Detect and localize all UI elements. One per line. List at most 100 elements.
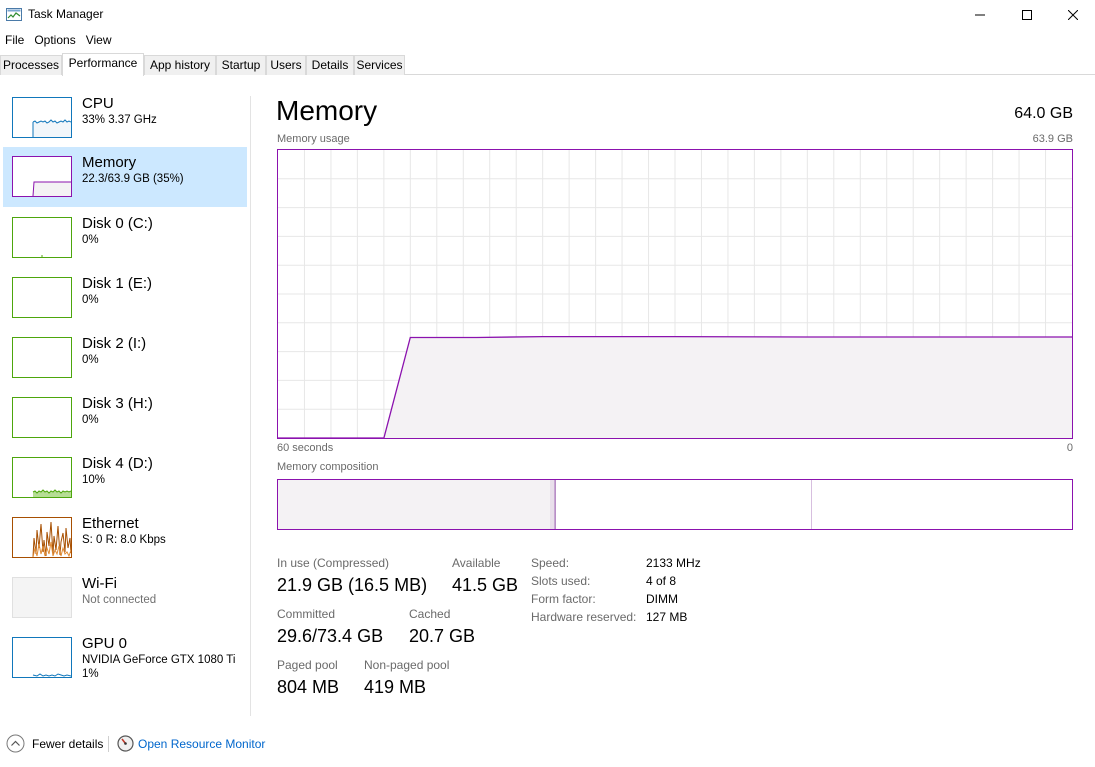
maximize-icon [1022,10,1032,20]
sidebar-item-wifi[interactable]: Wi-Fi Not connected [3,570,247,630]
available-label: Available [452,556,501,570]
composition-in-use-segment[interactable] [278,480,550,529]
footer-bar: Fewer details Open Resource Monitor [0,732,1095,756]
minimize-button[interactable] [957,0,1003,30]
sidebar-item-value: 0% [82,234,99,246]
sidebar-item-value: NVIDIA GeForce GTX 1080 Ti [82,654,236,666]
hardware-reserved-value: 127 MB [646,610,688,624]
sidebar-item-memory[interactable]: Memory 22.3/63.9 GB (35%) [3,147,247,207]
wifi-thumbnail-graph [12,577,72,618]
memory-usage-max: 63.9 GB [1032,133,1073,145]
sidebar-item-gpu-0[interactable]: GPU 0 NVIDIA GeForce GTX 1080 Ti 1% [3,630,247,696]
form-factor-label: Form factor: [531,592,596,606]
speed-value: 2133 MHz [646,556,701,570]
in-use-value: 21.9 GB (16.5 MB) [277,575,428,595]
task-manager-icon [6,8,22,21]
sidebar-item-value: 0% [82,414,99,426]
graph-axis-right-label: 0 [1066,442,1073,454]
slots-used-label: Slots used: [531,574,591,588]
resource-monitor-icon[interactable] [117,735,134,752]
sidebar-item-disk-1[interactable]: Disk 1 (E:) 0% [3,270,247,330]
sidebar-item-disk-0[interactable]: Disk 0 (C:) 0% [3,210,247,270]
composition-standby-segment[interactable] [555,480,812,529]
sidebar-item-label: Disk 2 (I:) [82,335,147,352]
disk-2-thumbnail-graph [12,337,72,378]
maximize-button[interactable] [1004,0,1050,30]
memory-usage-graph [277,149,1073,439]
speed-label: Speed: [531,556,570,570]
cpu-sparkline [32,119,71,137]
tab-startup[interactable]: Startup [216,55,266,75]
form-factor-value: DIMM [646,592,678,606]
slots-used-value: 4 of 8 [646,574,677,588]
page-title: Memory [276,95,378,126]
disk-4-thumbnail-graph [12,457,72,498]
tab-app-history[interactable]: App history [144,55,216,75]
window-title: Task Manager [28,7,104,21]
sidebar-item-value: 10% [82,474,106,486]
sidebar-item-label: Disk 3 (H:) [82,395,153,412]
tab-users[interactable]: Users [266,55,306,75]
disk-4-sparkline [32,489,71,497]
sidebar-item-label: GPU 0 [82,635,128,652]
menu-options[interactable]: Options [29,31,80,49]
sidebar-item-value: 33% 3.37 GHz [82,114,157,126]
sidebar-item-value: Not connected [82,594,157,606]
memory-composition-bar [277,479,1073,530]
disk-1-thumbnail-graph [12,277,72,318]
tab-services[interactable]: Services [354,55,405,75]
menu-file[interactable]: File [0,31,29,49]
hardware-reserved-label: Hardware reserved: [531,610,637,624]
sidebar-divider [250,96,251,716]
sidebar-item-disk-2[interactable]: Disk 2 (I:) 0% [3,330,247,390]
close-icon [1068,10,1078,20]
memory-usage-chart [278,150,1072,438]
tab-details[interactable]: Details [306,55,354,75]
sidebar-item-disk-4[interactable]: Disk 4 (D:) 10% [3,450,247,510]
cached-label: Cached [409,607,451,621]
sidebar-item-label: Disk 0 (C:) [82,215,153,232]
sidebar-item-label: Ethernet [82,515,139,532]
ethernet-thumbnail-graph [12,517,72,558]
tab-performance[interactable]: Performance [62,53,144,76]
cached-value: 20.7 GB [409,626,476,646]
sidebar-item-value: 0% [82,294,99,306]
paged-pool-value: 804 MB [277,677,340,697]
memory-composition-label: Memory composition [277,461,379,473]
sidebar-item-label: Disk 4 (D:) [82,455,153,472]
gpu-0-thumbnail-graph [12,637,72,678]
graph-axis-left-label: 60 seconds [277,442,334,454]
sidebar-item-cpu[interactable]: CPU 33% 3.37 GHz [3,90,247,150]
minimize-icon [975,14,985,16]
fewer-details-button[interactable]: Fewer details [32,737,103,751]
menu-bar: File Options View [0,31,117,49]
committed-label: Committed [277,607,336,621]
in-use-label: In use (Compressed) [277,556,390,570]
paged-pool-label: Paged pool [277,658,338,672]
memory-usage-label: Memory usage [277,133,350,145]
sidebar-item-label: CPU [82,95,114,112]
open-resource-monitor-link[interactable]: Open Resource Monitor [138,737,265,751]
menu-view[interactable]: View [81,31,117,49]
resource-sidebar: CPU 33% 3.37 GHz Memory 22.3/63.9 GB (35… [0,90,250,720]
title-bar: Task Manager [0,0,1095,30]
sidebar-item-value: 22.3/63.9 GB (35%) [82,173,184,185]
sidebar-item-value-2: 1% [82,668,99,680]
sidebar-item-disk-3[interactable]: Disk 3 (H:) 0% [3,390,247,450]
sidebar-item-ethernet[interactable]: Ethernet S: 0 R: 8.0 Kbps [3,510,247,570]
tab-bar: Processes Performance App history Startu… [0,53,1095,76]
memory-sparkline [32,181,71,196]
sidebar-item-value: S: 0 R: 8.0 Kbps [82,534,166,546]
chevron-up-circle-icon[interactable] [6,734,25,753]
non-paged-pool-value: 419 MB [364,677,427,697]
close-button[interactable] [1050,0,1095,30]
sidebar-item-label: Disk 1 (E:) [82,275,153,292]
composition-free-segment[interactable] [812,480,1072,529]
disk-0-thumbnail-graph [12,217,72,258]
sidebar-item-label: Memory [82,154,137,171]
cpu-thumbnail-graph [12,97,72,138]
tab-processes[interactable]: Processes [0,55,62,75]
footer-divider [108,736,109,752]
gpu-0-sparkline [32,673,71,677]
sidebar-item-label: Wi-Fi [82,575,117,592]
